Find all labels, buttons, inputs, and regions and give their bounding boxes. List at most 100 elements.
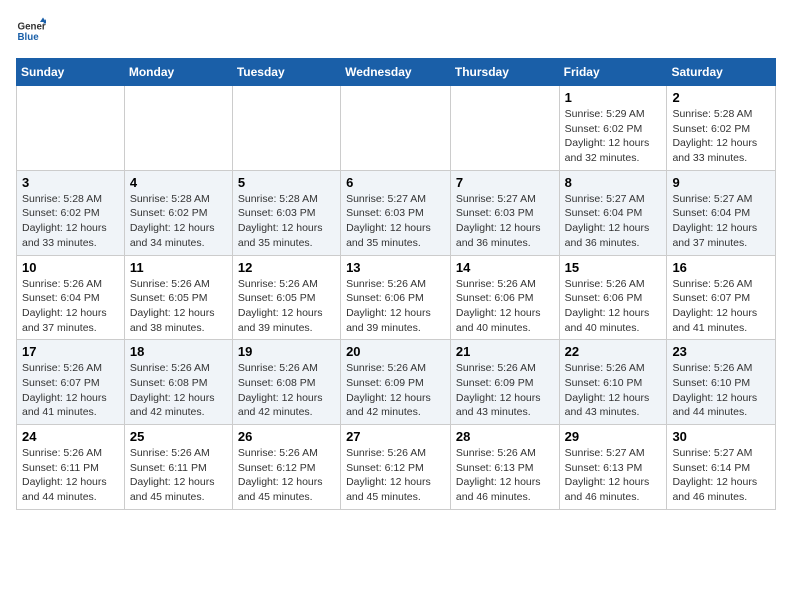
calendar-cell: 14Sunrise: 5:26 AM Sunset: 6:06 PM Dayli… xyxy=(450,255,559,340)
day-info: Sunrise: 5:26 AM Sunset: 6:09 PM Dayligh… xyxy=(346,361,445,420)
calendar-cell: 29 Sunrise: 5:27 AM Sunset: 6:13 PM Dayli… xyxy=(559,425,667,510)
day-info: Sunrise: 5:26 AM Sunset: 6:12 PM Dayligh… xyxy=(346,446,445,505)
day-info: Sunrise: 5:27 AM Sunset: 6:14 PM Dayligh… xyxy=(672,446,770,505)
calendar-week-row: 17Sunrise: 5:26 AM Sunset: 6:07 PM Dayli… xyxy=(17,340,776,425)
day-number: 6 xyxy=(346,175,445,190)
day-info: Sunrise: 5:29 AM Sunset: 6:02 PM Dayligh… xyxy=(565,107,662,166)
day-number: 24 xyxy=(22,429,119,444)
calendar-cell: 30 Sunrise: 5:27 AM Sunset: 6:14 PM Dayli… xyxy=(667,425,776,510)
day-number: 5 xyxy=(238,175,335,190)
calendar-cell: 23 Sunrise: 5:26 AM Sunset: 6:10 PM Dayli… xyxy=(667,340,776,425)
weekday-header: Monday xyxy=(124,59,232,86)
weekday-header: Saturday xyxy=(667,59,776,86)
calendar-cell: 20 Sunrise: 5:26 AM Sunset: 6:09 PM Dayli… xyxy=(341,340,451,425)
day-number: 13 xyxy=(346,260,445,275)
calendar-cell: 18 Sunrise: 5:26 AM Sunset: 6:08 PM Dayli… xyxy=(124,340,232,425)
calendar-week-row: 10 Sunrise: 5:26 AM Sunset: 6:04 PM Dayli… xyxy=(17,255,776,340)
day-number: 15 xyxy=(565,260,662,275)
day-info: Sunrise: 5:28 AM Sunset: 6:02 PM Dayligh… xyxy=(130,192,227,251)
calendar-cell: 26Sunrise: 5:26 AM Sunset: 6:12 PM Dayli… xyxy=(232,425,340,510)
calendar-cell: 25 Sunrise: 5:26 AM Sunset: 6:11 PM Dayli… xyxy=(124,425,232,510)
calendar-cell: 12Sunrise: 5:26 AM Sunset: 6:05 PM Dayli… xyxy=(232,255,340,340)
day-number: 10 xyxy=(22,260,119,275)
day-number: 28 xyxy=(456,429,554,444)
calendar-cell: 11Sunrise: 5:26 AM Sunset: 6:05 PM Dayli… xyxy=(124,255,232,340)
calendar-cell: 8 Sunrise: 5:27 AM Sunset: 6:04 PM Daylig… xyxy=(559,170,667,255)
day-number: 9 xyxy=(672,175,770,190)
day-info: Sunrise: 5:28 AM Sunset: 6:02 PM Dayligh… xyxy=(22,192,119,251)
calendar-cell: 13 Sunrise: 5:26 AM Sunset: 6:06 PM Dayli… xyxy=(341,255,451,340)
day-info: Sunrise: 5:26 AM Sunset: 6:05 PM Dayligh… xyxy=(130,277,227,336)
weekday-header: Thursday xyxy=(450,59,559,86)
svg-text:Blue: Blue xyxy=(18,32,40,43)
day-info: Sunrise: 5:26 AM Sunset: 6:12 PM Dayligh… xyxy=(238,446,335,505)
day-number: 17 xyxy=(22,344,119,359)
day-info: Sunrise: 5:26 AM Sunset: 6:05 PM Dayligh… xyxy=(238,277,335,336)
calendar-cell xyxy=(124,86,232,171)
day-info: Sunrise: 5:26 AM Sunset: 6:13 PM Dayligh… xyxy=(456,446,554,505)
calendar-cell: 5 Sunrise: 5:28 AM Sunset: 6:03 PM Daylig… xyxy=(232,170,340,255)
calendar-cell: 6 Sunrise: 5:27 AM Sunset: 6:03 PM Daylig… xyxy=(341,170,451,255)
day-number: 2 xyxy=(672,90,770,105)
day-info: Sunrise: 5:26 AM Sunset: 6:10 PM Dayligh… xyxy=(672,361,770,420)
calendar-cell: 28 Sunrise: 5:26 AM Sunset: 6:13 PM Dayli… xyxy=(450,425,559,510)
day-info: Sunrise: 5:27 AM Sunset: 6:03 PM Dayligh… xyxy=(346,192,445,251)
calendar-table: SundayMondayTuesdayWednesdayThursdayFrid… xyxy=(16,58,776,510)
day-info: Sunrise: 5:26 AM Sunset: 6:06 PM Dayligh… xyxy=(565,277,662,336)
day-number: 21 xyxy=(456,344,554,359)
day-info: Sunrise: 5:27 AM Sunset: 6:04 PM Dayligh… xyxy=(672,192,770,251)
logo: General Blue xyxy=(16,16,50,46)
day-info: Sunrise: 5:26 AM Sunset: 6:08 PM Dayligh… xyxy=(130,361,227,420)
header: General Blue xyxy=(16,16,776,46)
day-info: Sunrise: 5:26 AM Sunset: 6:11 PM Dayligh… xyxy=(130,446,227,505)
day-number: 25 xyxy=(130,429,227,444)
day-number: 27 xyxy=(346,429,445,444)
logo-icon: General Blue xyxy=(16,16,46,46)
weekday-header: Sunday xyxy=(17,59,125,86)
day-info: Sunrise: 5:27 AM Sunset: 6:03 PM Dayligh… xyxy=(456,192,554,251)
day-number: 29 xyxy=(565,429,662,444)
calendar-week-row: 24 Sunrise: 5:26 AM Sunset: 6:11 PM Dayli… xyxy=(17,425,776,510)
day-number: 22 xyxy=(565,344,662,359)
calendar-cell xyxy=(232,86,340,171)
calendar-week-row: 3 Sunrise: 5:28 AM Sunset: 6:02 PM Daylig… xyxy=(17,170,776,255)
calendar-cell: 1Sunrise: 5:29 AM Sunset: 6:02 PM Daylig… xyxy=(559,86,667,171)
calendar-cell xyxy=(17,86,125,171)
day-info: Sunrise: 5:27 AM Sunset: 6:04 PM Dayligh… xyxy=(565,192,662,251)
calendar-cell: 17Sunrise: 5:26 AM Sunset: 6:07 PM Dayli… xyxy=(17,340,125,425)
calendar-cell: 2 Sunrise: 5:28 AM Sunset: 6:02 PM Daylig… xyxy=(667,86,776,171)
day-number: 14 xyxy=(456,260,554,275)
day-number: 30 xyxy=(672,429,770,444)
day-number: 23 xyxy=(672,344,770,359)
calendar-cell xyxy=(450,86,559,171)
day-number: 4 xyxy=(130,175,227,190)
day-number: 8 xyxy=(565,175,662,190)
day-number: 3 xyxy=(22,175,119,190)
weekday-header: Wednesday xyxy=(341,59,451,86)
calendar-cell xyxy=(341,86,451,171)
calendar-cell: 21 Sunrise: 5:26 AM Sunset: 6:09 PM Dayli… xyxy=(450,340,559,425)
day-number: 18 xyxy=(130,344,227,359)
calendar-header-row: SundayMondayTuesdayWednesdayThursdayFrid… xyxy=(17,59,776,86)
day-info: Sunrise: 5:27 AM Sunset: 6:13 PM Dayligh… xyxy=(565,446,662,505)
day-number: 16 xyxy=(672,260,770,275)
day-info: Sunrise: 5:28 AM Sunset: 6:03 PM Dayligh… xyxy=(238,192,335,251)
svg-text:General: General xyxy=(18,22,47,33)
day-info: Sunrise: 5:26 AM Sunset: 6:09 PM Dayligh… xyxy=(456,361,554,420)
calendar-cell: 4 Sunrise: 5:28 AM Sunset: 6:02 PM Daylig… xyxy=(124,170,232,255)
calendar-cell: 15 Sunrise: 5:26 AM Sunset: 6:06 PM Dayli… xyxy=(559,255,667,340)
calendar-cell: 3 Sunrise: 5:28 AM Sunset: 6:02 PM Daylig… xyxy=(17,170,125,255)
day-info: Sunrise: 5:28 AM Sunset: 6:02 PM Dayligh… xyxy=(672,107,770,166)
calendar-week-row: 1Sunrise: 5:29 AM Sunset: 6:02 PM Daylig… xyxy=(17,86,776,171)
calendar-cell: 19Sunrise: 5:26 AM Sunset: 6:08 PM Dayli… xyxy=(232,340,340,425)
calendar-cell: 22Sunrise: 5:26 AM Sunset: 6:10 PM Dayli… xyxy=(559,340,667,425)
day-info: Sunrise: 5:26 AM Sunset: 6:04 PM Dayligh… xyxy=(22,277,119,336)
day-info: Sunrise: 5:26 AM Sunset: 6:07 PM Dayligh… xyxy=(672,277,770,336)
day-info: Sunrise: 5:26 AM Sunset: 6:08 PM Dayligh… xyxy=(238,361,335,420)
day-number: 20 xyxy=(346,344,445,359)
calendar-cell: 24Sunrise: 5:26 AM Sunset: 6:11 PM Dayli… xyxy=(17,425,125,510)
weekday-header: Tuesday xyxy=(232,59,340,86)
calendar-body: 1Sunrise: 5:29 AM Sunset: 6:02 PM Daylig… xyxy=(17,86,776,510)
calendar-cell: 7Sunrise: 5:27 AM Sunset: 6:03 PM Daylig… xyxy=(450,170,559,255)
day-info: Sunrise: 5:26 AM Sunset: 6:06 PM Dayligh… xyxy=(346,277,445,336)
